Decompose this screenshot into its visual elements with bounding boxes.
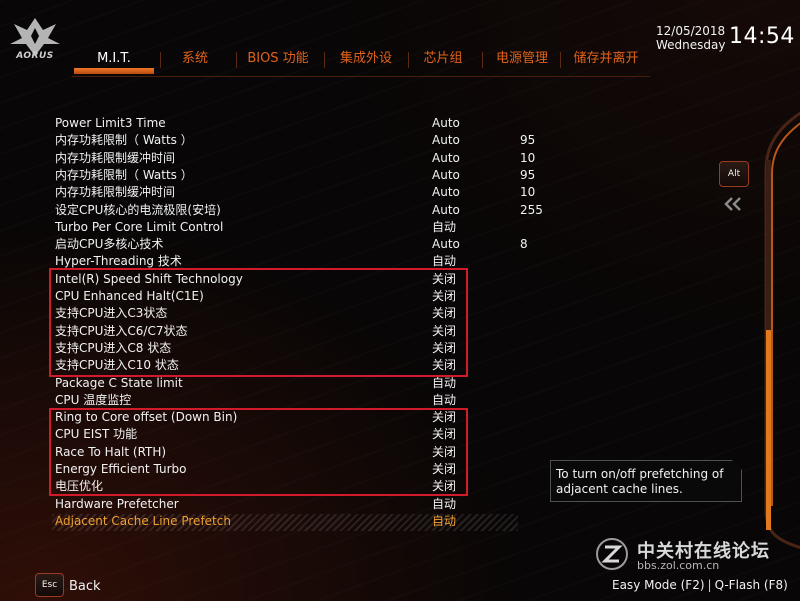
setting-label: 内存功耗限制缓冲时间 [55,185,176,199]
setting-label: 内存功耗限制（ Watts ） [55,168,193,182]
tab-separator [160,52,161,68]
back-label[interactable]: Back [69,579,101,594]
setting-value[interactable]: 自动 [432,496,456,513]
setting-value[interactable]: Auto [432,236,460,253]
setting-label: 内存功耗限制缓冲时间 [55,151,176,165]
setting-label: 内存功耗限制（ Watts ） [55,133,193,147]
help-text: To turn on/off prefetching of adjacent c… [556,467,724,496]
setting-current-value: 10 [520,151,536,165]
easy-mode-button[interactable]: Easy Mode (F2) [612,578,705,592]
tab-power-management[interactable]: 电源管理 [484,46,560,72]
watermark-url: bbs.zol.com.cn [637,559,720,572]
setting-value[interactable]: 自动 [432,392,456,409]
double-chevron-left-icon[interactable] [722,196,744,212]
setting-label: Package C State limit [55,376,183,390]
tab-separator [236,52,237,68]
setting-row[interactable]: Hardware Prefetcher 自动 [55,496,520,513]
shortcut-divider: | [707,578,712,592]
setting-value[interactable]: 自动 [432,219,456,236]
date-display: 12/05/2018 [656,24,726,38]
bottom-shortcuts: Easy Mode (F2) | Q-Flash (F8) [612,578,788,592]
setting-row[interactable]: 内存功耗限制缓冲时间 Auto 10 [55,150,535,167]
setting-label: 设定CPU核心的电流极限(安培) [55,203,221,217]
setting-row[interactable]: Turbo Per Core Limit Control 自动 [55,219,520,236]
setting-value[interactable]: 自动 [432,375,456,392]
tab-separator [560,52,561,68]
setting-row[interactable]: Package C State limit 自动 [55,375,520,392]
setting-value[interactable]: Auto [432,115,460,132]
setting-value[interactable]: Auto [432,167,460,184]
setting-row[interactable]: Power Limit3 Time Auto [55,115,520,132]
tab-separator [408,52,409,68]
setting-current-value: 8 [520,237,528,251]
setting-row[interactable]: 内存功耗限制（ Watts ） Auto 95 [55,132,535,149]
setting-label: Power Limit3 Time [55,116,166,130]
help-tooltip: To turn on/off prefetching of adjacent c… [550,460,742,502]
setting-value[interactable]: Auto [432,150,460,167]
setting-current-value: 95 [520,133,536,147]
esc-key-button[interactable]: Esc [35,573,64,597]
tab-save-and-exit[interactable]: 储存并离开 [562,46,650,72]
setting-row[interactable]: CPU 温度监控 自动 [55,392,520,409]
setting-value[interactable]: Auto [432,202,460,219]
tab-peripherals[interactable]: 集成外设 [326,46,406,72]
setting-row[interactable]: Adjacent Cache Line Prefetch 自动 [55,513,520,530]
qflash-button[interactable]: Q-Flash (F8) [715,578,788,592]
zol-z-logo-icon [596,538,628,570]
setting-row[interactable]: 内存功耗限制（ Watts ） Auto 95 [55,167,535,184]
setting-value[interactable]: Auto [432,132,460,149]
tab-bios-features[interactable]: BIOS 功能 [238,46,318,72]
setting-row[interactable]: 内存功耗限制缓冲时间 Auto 10 [55,184,535,201]
setting-current-value: 95 [520,168,536,182]
alt-key-button[interactable]: Alt [719,161,749,187]
setting-row[interactable]: 启动CPU多核心技术 Auto 8 [55,236,528,253]
tab-underline [72,76,650,77]
scrollbar-frame [764,111,800,549]
active-tab-indicator [74,68,154,74]
tab-separator [324,52,325,68]
setting-current-value: 255 [520,203,543,217]
annotation-box-cstates [49,268,468,377]
tab-bar: M.I.T. 系统 BIOS 功能 集成外设 芯片组 电源管理 储存并离开 [72,46,650,80]
setting-value[interactable]: Auto [432,184,460,201]
day-display: Wednesday [656,38,726,52]
clock-display[interactable]: 14:54 [729,24,795,49]
setting-label: Adjacent Cache Line Prefetch [55,514,231,528]
setting-label: Turbo Per Core Limit Control [55,220,224,234]
scrollbar-thumb[interactable] [766,330,771,530]
brand-logo-text: AORUS [16,51,54,61]
tab-system[interactable]: 系统 [162,46,228,72]
setting-label: 启动CPU多核心技术 [55,237,164,251]
tab-separator [482,52,483,68]
setting-label: Hardware Prefetcher [55,497,179,511]
setting-label: CPU 温度监控 [55,393,132,407]
annotation-box-power [49,408,468,496]
tab-chipset[interactable]: 芯片组 [410,46,476,72]
setting-value[interactable]: 自动 [432,513,456,530]
setting-current-value: 10 [520,185,536,199]
setting-row[interactable]: 设定CPU核心的电流极限(安培) Auto 255 [55,202,543,219]
